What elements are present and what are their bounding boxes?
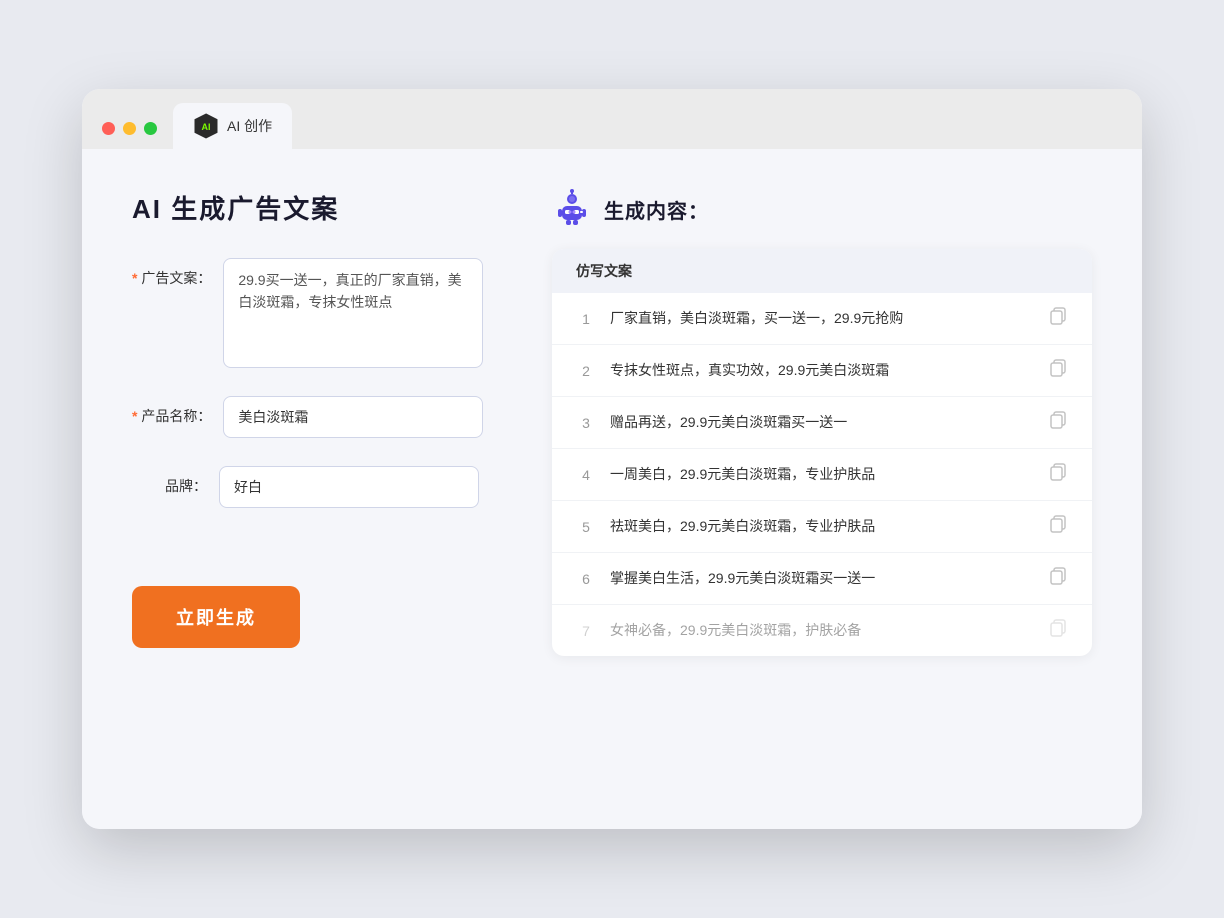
svg-text:AI: AI (202, 122, 211, 132)
result-row: 5 祛斑美白，29.9元美白淡斑霜，专业护肤品 (552, 501, 1092, 553)
row-number: 6 (576, 571, 596, 587)
result-rows-container: 1 厂家直销，美白淡斑霜，买一送一，29.9元抢购 2 专抹女性斑点，真实功效，29… (552, 293, 1092, 656)
browser-tab[interactable]: AI AI 创作 (173, 103, 292, 149)
required-mark-2: * (132, 408, 137, 424)
product-name-group: * 产品名称： (132, 396, 512, 438)
page-title: AI 生成广告文案 (132, 189, 512, 226)
copy-button[interactable] (1050, 411, 1068, 434)
row-number: 7 (576, 623, 596, 639)
result-header: 生成内容： (552, 189, 1092, 229)
copy-button[interactable] (1050, 463, 1068, 486)
main-layout: AI 生成广告文案 * 广告文案： 29.9买一送一，真正的厂家直销，美白淡斑霜… (132, 189, 1092, 656)
row-text: 一周美白，29.9元美白淡斑霜，专业护肤品 (610, 464, 1036, 485)
result-row: 1 厂家直销，美白淡斑霜，买一送一，29.9元抢购 (552, 293, 1092, 345)
result-title: 生成内容： (604, 195, 709, 224)
copy-button[interactable] (1050, 567, 1068, 590)
right-panel: 生成内容： 仿写文案 1 厂家直销，美白淡斑霜，买一送一，29.9元抢购 2 专抹女… (552, 189, 1092, 656)
ad-copy-label: * 广告文案： (132, 258, 211, 288)
ad-copy-group: * 广告文案： 29.9买一送一，真正的厂家直销，美白淡斑霜，专抹女性斑点 (132, 258, 512, 368)
ad-copy-textarea[interactable]: 29.9买一送一，真正的厂家直销，美白淡斑霜，专抹女性斑点 (223, 258, 483, 368)
row-text: 赠品再送，29.9元美白淡斑霜买一送一 (610, 412, 1036, 433)
row-number: 2 (576, 363, 596, 379)
result-row: 6 掌握美白生活，29.9元美白淡斑霜买一送一 (552, 553, 1092, 605)
ai-badge-icon: AI (193, 113, 219, 139)
minimize-button[interactable] (123, 122, 136, 135)
left-panel: AI 生成广告文案 * 广告文案： 29.9买一送一，真正的厂家直销，美白淡斑霜… (132, 189, 512, 648)
browser-content: AI 生成广告文案 * 广告文案： 29.9买一送一，真正的厂家直销，美白淡斑霜… (82, 149, 1142, 829)
close-button[interactable] (102, 122, 115, 135)
maximize-button[interactable] (144, 122, 157, 135)
copy-button[interactable] (1050, 619, 1068, 642)
window-controls (102, 122, 157, 149)
row-text: 厂家直销，美白淡斑霜，买一送一，29.9元抢购 (610, 308, 1036, 329)
copy-button[interactable] (1050, 359, 1068, 382)
result-table-header: 仿写文案 (552, 249, 1092, 293)
brand-input[interactable] (219, 466, 479, 508)
product-name-label: * 产品名称： (132, 396, 211, 426)
browser-titlebar: AI AI 创作 (82, 89, 1142, 149)
row-text: 祛斑美白，29.9元美白淡斑霜，专业护肤品 (610, 516, 1036, 537)
row-number: 3 (576, 415, 596, 431)
browser-window: AI AI 创作 AI 生成广告文案 * 广告文案： 29.9买一送一，真正的厂… (82, 89, 1142, 829)
copy-button[interactable] (1050, 515, 1068, 538)
row-number: 1 (576, 311, 596, 327)
result-card: 仿写文案 1 厂家直销，美白淡斑霜，买一送一，29.9元抢购 2 专抹女性斑点，真实… (552, 249, 1092, 656)
result-row: 3 赠品再送，29.9元美白淡斑霜买一送一 (552, 397, 1092, 449)
required-mark-1: * (132, 270, 137, 286)
brand-group: 品牌： (132, 466, 512, 508)
product-name-input[interactable] (223, 396, 483, 438)
copy-button[interactable] (1050, 307, 1068, 330)
result-row: 2 专抹女性斑点，真实功效，29.9元美白淡斑霜 (552, 345, 1092, 397)
tab-title: AI 创作 (227, 116, 272, 136)
result-row: 4 一周美白，29.9元美白淡斑霜，专业护肤品 (552, 449, 1092, 501)
row-number: 5 (576, 519, 596, 535)
result-row: 7 女神必备，29.9元美白淡斑霜，护肤必备 (552, 605, 1092, 656)
row-number: 4 (576, 467, 596, 483)
generate-button[interactable]: 立即生成 (132, 586, 300, 648)
row-text: 掌握美白生活，29.9元美白淡斑霜买一送一 (610, 568, 1036, 589)
robot-icon (552, 189, 592, 229)
row-text: 专抹女性斑点，真实功效，29.9元美白淡斑霜 (610, 360, 1036, 381)
row-text: 女神必备，29.9元美白淡斑霜，护肤必备 (610, 620, 1036, 641)
brand-label: 品牌： (132, 466, 207, 496)
